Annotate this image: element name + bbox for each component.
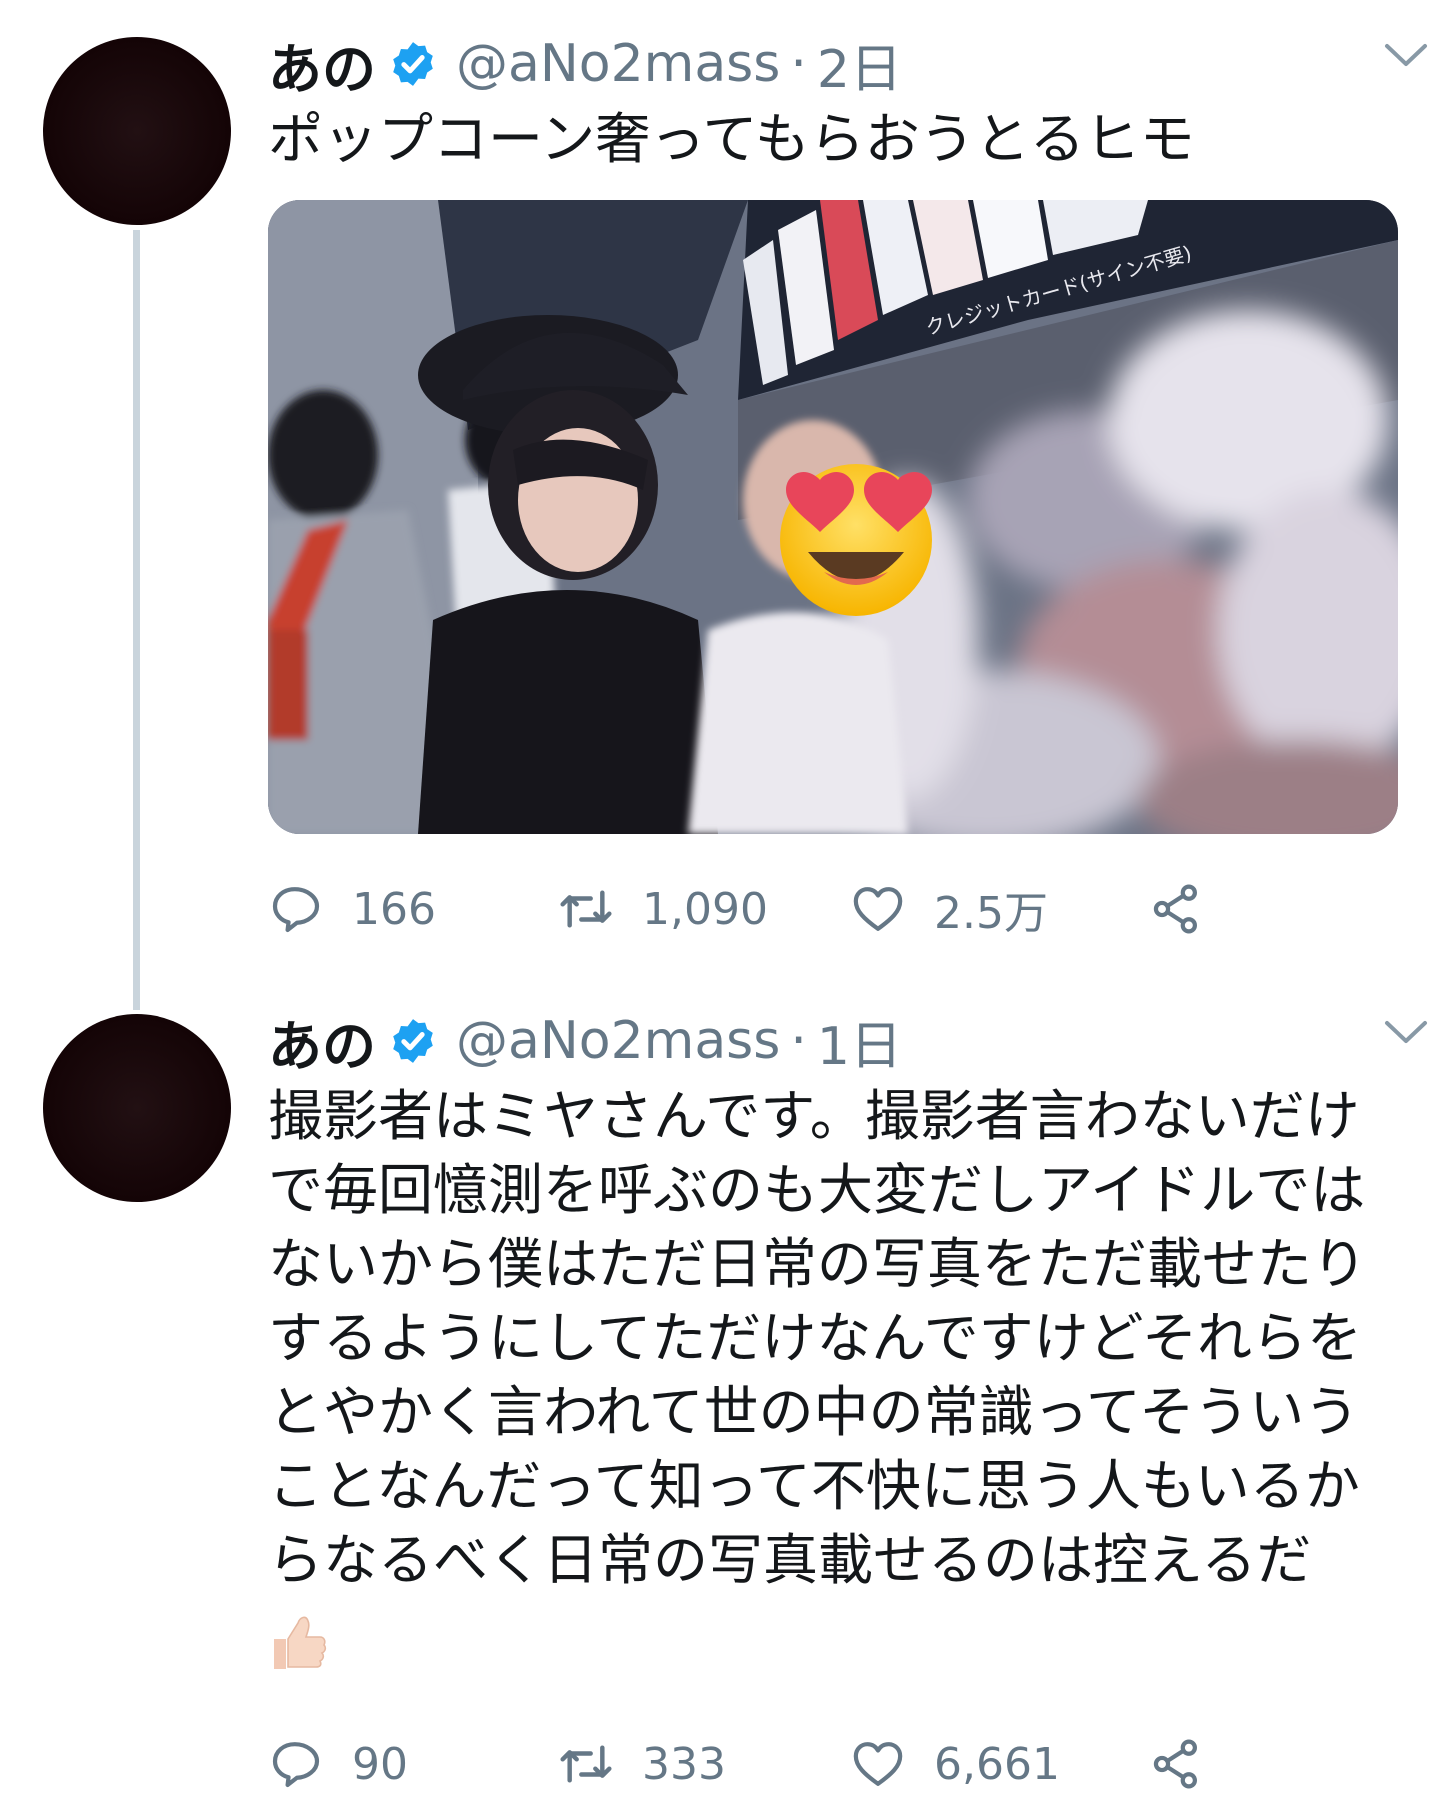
timestamp[interactable]: 1日: [817, 1004, 902, 1079]
like-button[interactable]: 2.5万: [850, 874, 1048, 944]
display-name[interactable]: あの: [268, 1002, 376, 1081]
tweet-text-line: 撮影者はミヤさんです。撮影者言わないだけ: [268, 1084, 1360, 1148]
chevron-down-icon[interactable]: [1384, 1019, 1428, 1047]
retweet-icon: [560, 1745, 612, 1783]
tweet-text: 撮影者はミヤさんです。撮影者言わないだけ で毎回憶測を呼ぶのも大変だしアイドルで…: [268, 1079, 1398, 1691]
tweet-header: あの @aNo2mass · 2日: [268, 27, 1427, 102]
reply-icon: [272, 887, 320, 933]
separator-dot: ·: [790, 1011, 807, 1071]
tweet-header: あの @aNo2mass · 1日: [268, 1004, 1427, 1079]
reply-count: 166: [352, 883, 436, 935]
separator-dot: ·: [790, 34, 807, 94]
tweet-text: ポップコーン奢ってもらおうとるヒモ: [268, 107, 1195, 171]
avatar[interactable]: [43, 37, 231, 225]
like-count: 2.5万: [934, 888, 1048, 939]
reply-count: 90: [352, 1738, 408, 1790]
heart-eyes-emoji: [780, 464, 932, 616]
reply-icon: [272, 1742, 320, 1788]
heart-icon: [853, 887, 903, 931]
retweet-count: 1,090: [642, 883, 768, 935]
like-count: 6,661: [934, 1738, 1060, 1790]
retweet-count: 333: [642, 1738, 726, 1790]
retweet-button[interactable]: 1,090: [558, 874, 768, 944]
photo-scene: クレジットカード(サイン不要): [268, 200, 1398, 834]
heart-icon: [853, 1742, 903, 1786]
tweet-text-line: ことなんだって知って不快に思う人もいるか: [268, 1454, 1360, 1518]
reply-button[interactable]: 90: [268, 1729, 408, 1799]
tweet-actions: 166 1,090 2.5万: [268, 874, 1398, 944]
tweet-text-line: するようにしてただけなんですけどそれらを: [268, 1306, 1362, 1370]
reply-button[interactable]: 166: [268, 874, 436, 944]
tweet-2[interactable]: あの @aNo2mass · 1日 撮影者はミヤさんです。撮影者言わないだけ で…: [268, 1004, 1427, 1799]
tweet-text-line: で毎回憶測を呼ぶのも大変だしアイドルでは: [268, 1158, 1366, 1222]
share-icon: [1153, 884, 1197, 934]
chevron-down-icon[interactable]: [1384, 42, 1428, 70]
handle[interactable]: @aNo2mass: [456, 1011, 780, 1071]
avatar[interactable]: [43, 1014, 231, 1202]
share-button[interactable]: [1148, 1729, 1204, 1799]
tweet-text-line: ないから僕はただ日常の写真をただ載せたり: [268, 1232, 1367, 1296]
handle[interactable]: @aNo2mass: [456, 34, 780, 94]
tweet-text-line: とやかく言われて世の中の常識ってそういう: [268, 1380, 1360, 1444]
retweet-button[interactable]: 333: [558, 1729, 726, 1799]
thread-connector-line: [133, 230, 140, 1010]
retweet-icon: [560, 890, 612, 928]
timestamp[interactable]: 2日: [817, 27, 902, 102]
share-icon: [1153, 1739, 1197, 1789]
tweet-actions: 90 333 6,661: [268, 1729, 1398, 1799]
display-name[interactable]: あの: [268, 25, 376, 104]
verified-badge-icon: [393, 1019, 433, 1063]
tweet-1[interactable]: あの @aNo2mass · 2日 ポップコーン奢ってもらおうとるヒモ クレジッ…: [268, 27, 1427, 944]
verified-badge-icon: [393, 42, 433, 86]
like-button[interactable]: 6,661: [850, 1729, 1060, 1799]
tweet-photo[interactable]: クレジットカード(サイン不要): [268, 200, 1398, 834]
tweet-text-line: らなるべく日常の写真載せるのは控えるだ: [268, 1528, 1312, 1592]
thumbs-up-emoji: [274, 1616, 327, 1669]
share-button[interactable]: [1148, 874, 1204, 944]
